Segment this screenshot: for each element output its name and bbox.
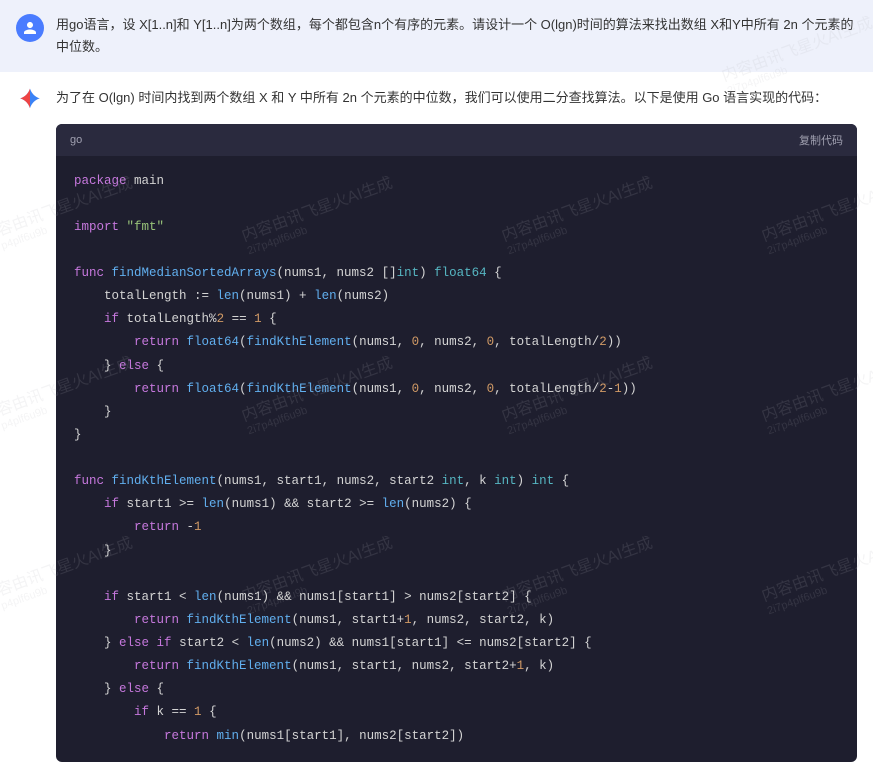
code-language: go: [70, 134, 82, 146]
code-block: go 复制代码 package main import "fmt" func f…: [56, 124, 857, 762]
user-message: 用go语言，设 X[1..n]和 Y[1..n]为两个数组，每个都包含n个有序的…: [0, 0, 873, 72]
spark-icon: [17, 87, 43, 113]
assistant-message: 为了在 O(lgn) 时间内找到两个数组 X 和 Y 中所有 2n 个元素的中位…: [0, 72, 873, 762]
person-icon: [21, 19, 39, 37]
user-avatar: [16, 14, 44, 42]
assistant-intro: 为了在 O(lgn) 时间内找到两个数组 X 和 Y 中所有 2n 个元素的中位…: [56, 86, 857, 109]
assistant-avatar: [16, 86, 44, 114]
user-text: 用go语言，设 X[1..n]和 Y[1..n]为两个数组，每个都包含n个有序的…: [56, 14, 857, 58]
code-content[interactable]: package main import "fmt" func findMedia…: [56, 156, 857, 762]
code-header: go 复制代码: [56, 124, 857, 156]
copy-button[interactable]: 复制代码: [799, 132, 843, 148]
